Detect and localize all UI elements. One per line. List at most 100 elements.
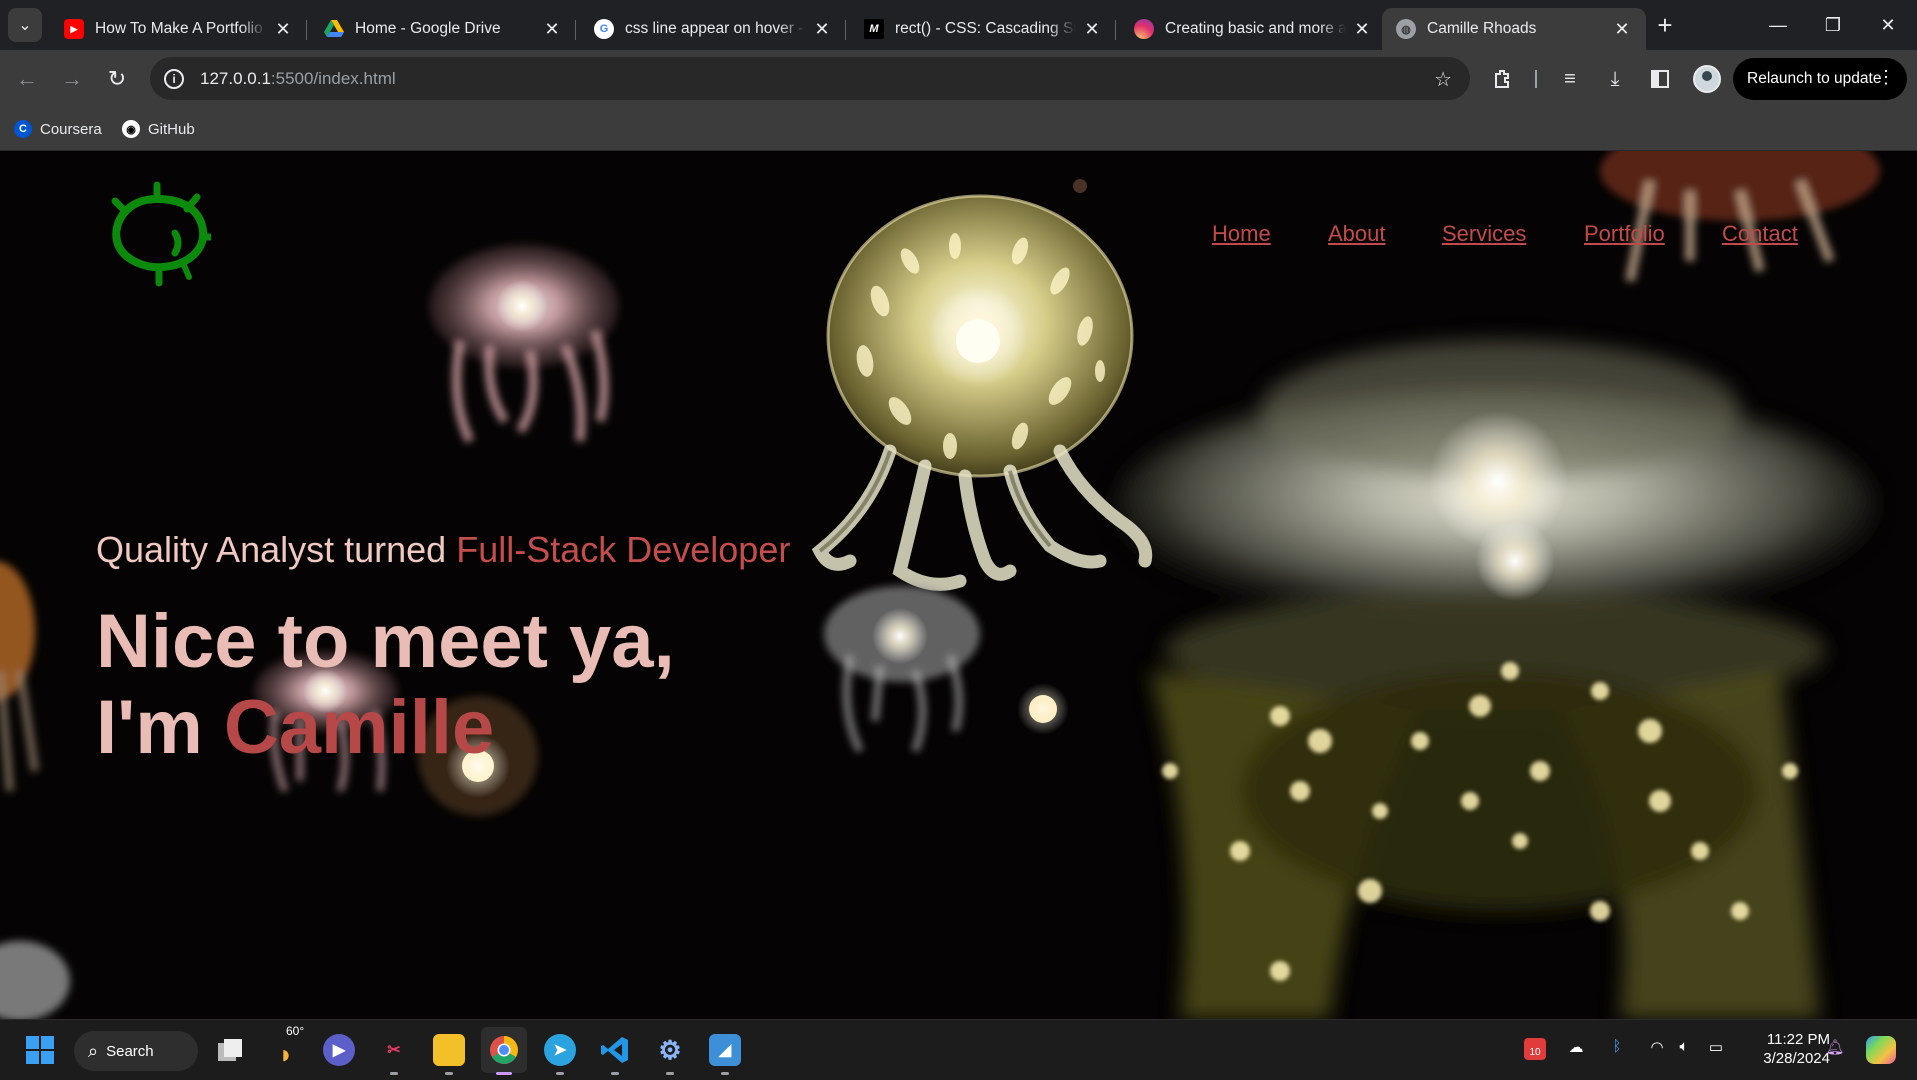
tab-google-drive[interactable]: Home - Google Drive ✕ — [310, 8, 576, 50]
reload-button[interactable]: ↻ — [100, 62, 134, 96]
weather-widget[interactable]: ◗ 60° — [270, 1024, 304, 1069]
close-window-button[interactable]: ✕ — [1863, 8, 1913, 42]
tab-camille-rhoads[interactable]: ◍ Camille Rhoads ✕ — [1382, 8, 1646, 50]
new-tab-button[interactable]: + — [1650, 10, 1680, 40]
hero-name: Camille — [223, 685, 495, 770]
jellyfish-background-image — [0, 151, 1880, 1019]
restore-button[interactable]: ❐ — [1808, 8, 1858, 42]
address-bar[interactable]: i 127.0.0.1:5500/index.html ☆ — [150, 57, 1470, 100]
teams-app[interactable]: ▶ — [323, 1034, 355, 1066]
site-info-icon[interactable]: i — [164, 68, 184, 89]
globe-icon: ◍ — [1396, 19, 1416, 39]
side-panel-icon[interactable] — [1646, 65, 1674, 93]
subtitle-accent: Full-Stack Developer — [456, 529, 791, 570]
nav-portfolio-link[interactable]: Portfolio — [1584, 221, 1665, 247]
plus-icon: + — [1657, 9, 1673, 40]
bookmark-star-icon[interactable]: ☆ — [1434, 67, 1452, 92]
tab-title: Home - Google Drive — [355, 20, 501, 37]
tab-youtube[interactable]: ▶ How To Make A Portfolio Website ✕ — [50, 8, 307, 50]
profile-avatar[interactable] — [1693, 65, 1721, 93]
tab-google-search[interactable]: G css line appear on hover - Google Sear… — [580, 8, 846, 50]
bookmarks-bar: C Coursera ◉ GitHub — [0, 108, 1917, 151]
download-icon[interactable]: ⤓ — [1601, 65, 1629, 93]
hero-line-2: I'm Camille — [96, 685, 495, 770]
copilot-icon[interactable] — [1866, 1036, 1896, 1064]
notification-app-tray-icon[interactable]: 10 — [1524, 1038, 1546, 1060]
extensions-icon[interactable] — [1489, 65, 1517, 93]
weather-moon-icon: ◗ — [278, 1038, 294, 1069]
relaunch-label: Relaunch to update — [1747, 70, 1882, 87]
reading-list-icon[interactable]: ≡ — [1556, 65, 1584, 93]
logo-icon[interactable] — [103, 179, 211, 289]
paper-plane-icon: ➤ — [553, 1042, 567, 1059]
close-icon[interactable]: ✕ — [1082, 19, 1102, 40]
windows-taskbar: ⌕ Search ◗ 60° ▶ ✂ ➤ ⚙ ◢ 10 ☁ ᛒ ◠ 🔈︎ ▭ 1… — [0, 1019, 1917, 1080]
url-text[interactable]: 127.0.0.1:5500/index.html — [200, 69, 396, 89]
telegram-app[interactable]: ➤ — [544, 1034, 576, 1075]
close-icon[interactable]: ✕ — [812, 19, 832, 40]
video-camera-icon: ▶ — [332, 1042, 346, 1059]
hero-heading: Nice to meet ya, I'm Camille — [96, 599, 675, 771]
onedrive-tray-icon[interactable]: ☁ — [1564, 1038, 1588, 1056]
taskbar-search[interactable]: ⌕ Search — [74, 1031, 198, 1071]
youtube-icon: ▶ — [64, 19, 84, 39]
snipping-tool-app[interactable]: ✂ — [378, 1034, 410, 1075]
chrome-icon — [490, 1036, 518, 1064]
nav-contact-link[interactable]: Contact — [1722, 221, 1798, 247]
close-icon[interactable]: ✕ — [1612, 19, 1632, 40]
tab-search-button[interactable]: ⌄ — [8, 8, 42, 42]
tab-strip: ⌄ ▶ How To Make A Portfolio Website ✕ Ho… — [0, 0, 1917, 50]
bookmark-github[interactable]: ◉ GitHub — [122, 116, 195, 142]
chrome-app[interactable] — [481, 1027, 527, 1075]
coursera-icon: C — [14, 120, 32, 138]
arrow-right-icon: → — [61, 66, 83, 91]
tab-title: Camille Rhoads — [1427, 20, 1537, 37]
bluetooth-icon[interactable]: ᛒ — [1605, 1038, 1629, 1055]
tab-title: css line appear on hover - Google Search — [625, 20, 806, 37]
mdn-icon: M — [864, 19, 884, 39]
volume-icon[interactable]: 🔈︎ — [1672, 1038, 1696, 1055]
settings-app[interactable]: ⚙ — [654, 1034, 686, 1075]
close-icon[interactable]: ✕ — [273, 19, 293, 40]
close-icon[interactable]: ✕ — [542, 19, 562, 40]
relaunch-button[interactable]: Relaunch to update ⋮ — [1733, 58, 1907, 100]
tab-title: rect() - CSS: Cascading Style Sheets — [895, 20, 1076, 37]
photo-icon: ◢ — [718, 1042, 732, 1059]
hero-line-1: Nice to meet ya, — [96, 599, 675, 684]
gear-icon: ⚙ — [658, 1034, 682, 1065]
instagram-icon — [1134, 19, 1154, 39]
nav-services-link[interactable]: Services — [1442, 221, 1526, 247]
start-button[interactable] — [24, 1034, 56, 1066]
forward-button[interactable]: → — [55, 62, 89, 96]
back-button[interactable]: ← — [10, 62, 44, 96]
vscode-icon — [601, 1037, 628, 1063]
arrow-left-icon: ← — [16, 66, 38, 91]
bell-icon[interactable]: 🔔︎ — [1823, 1038, 1847, 1056]
restore-icon: ❐ — [1824, 14, 1842, 35]
hero-subtitle: Quality Analyst turned Full-Stack Develo… — [96, 529, 791, 570]
reload-icon: ↻ — [107, 66, 127, 91]
search-icon: ⌕ — [88, 1040, 99, 1061]
chevron-down-icon: ⌄ — [18, 17, 32, 34]
nav-about-link[interactable]: About — [1328, 221, 1386, 247]
tab-instagram[interactable]: Creating basic and more advanced ✕ — [1120, 8, 1386, 50]
battery-icon[interactable]: ▭ — [1703, 1038, 1729, 1056]
tab-mdn[interactable]: M rect() - CSS: Cascading Style Sheets ✕ — [850, 8, 1116, 50]
tab-title: Creating basic and more advanced — [1165, 20, 1346, 37]
bookmark-coursera[interactable]: C Coursera — [14, 116, 102, 142]
wifi-icon[interactable]: ◠ — [1645, 1038, 1669, 1056]
more-vert-icon: ⋮ — [1877, 67, 1895, 87]
google-icon: G — [594, 19, 614, 39]
browser-toolbar: ← → ↻ i 127.0.0.1:5500/index.html ☆ ≡ ⤓ … — [0, 50, 1917, 108]
file-explorer-app[interactable] — [433, 1034, 465, 1075]
vscode-app[interactable] — [599, 1034, 631, 1075]
bookmark-label: Coursera — [40, 120, 102, 138]
minimize-icon: — — [1769, 14, 1787, 35]
photos-app[interactable]: ◢ — [709, 1034, 741, 1075]
close-icon[interactable]: ✕ — [1352, 19, 1372, 40]
minimize-button[interactable]: — — [1753, 8, 1803, 42]
task-view-button[interactable] — [214, 1034, 246, 1066]
bookmark-label: GitHub — [148, 120, 195, 138]
nav-home-link[interactable]: Home — [1212, 221, 1271, 247]
system-clock[interactable]: 11:22 PM 3/28/2024 — [1748, 1030, 1830, 1068]
